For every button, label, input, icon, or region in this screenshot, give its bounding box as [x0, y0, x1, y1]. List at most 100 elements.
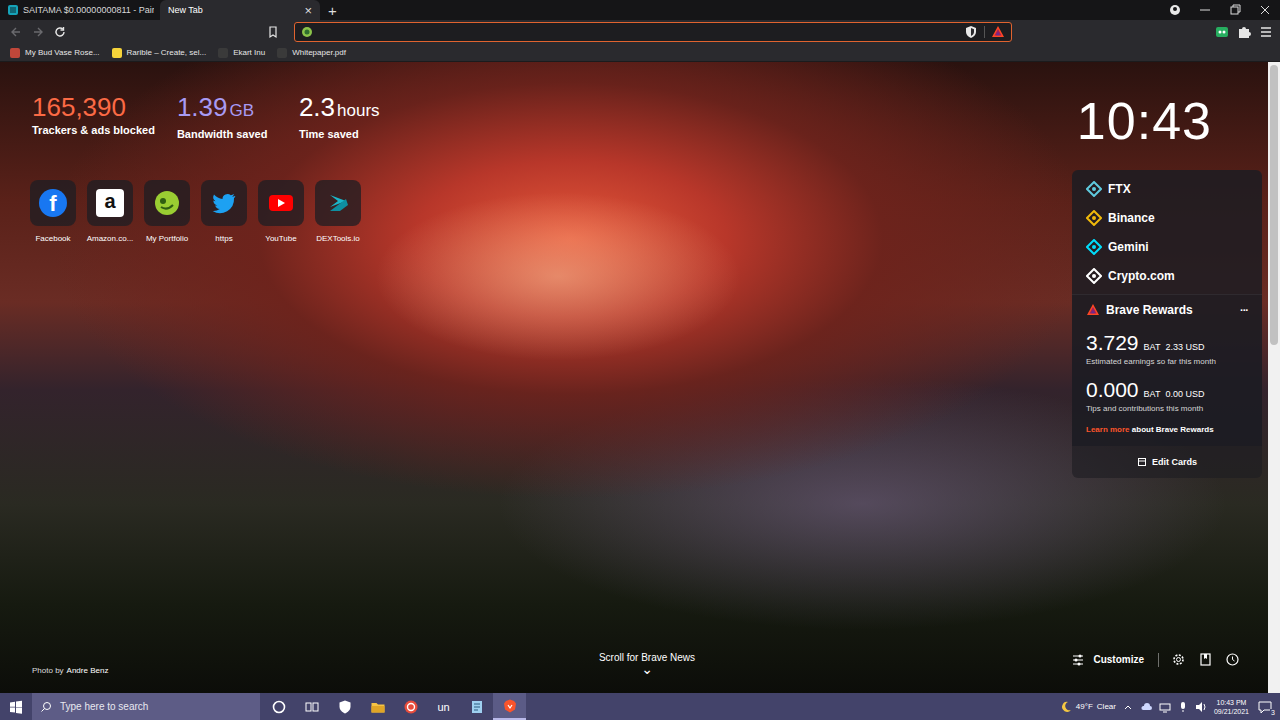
windows-logo-icon — [9, 700, 23, 714]
amount-caption: Estimated earnings so far this month — [1086, 357, 1248, 366]
bookmarks-icon[interactable] — [1198, 652, 1213, 667]
rewards-title: Brave Rewards — [1106, 303, 1193, 317]
page-tools: Customize — [1071, 652, 1262, 667]
address-bar[interactable] — [294, 22, 1012, 42]
top-site-label: YouTube — [265, 234, 296, 243]
bookmark-item[interactable]: Rarible – Create, sel... — [112, 48, 207, 58]
twitter-icon — [210, 189, 238, 217]
taskbar-app[interactable] — [295, 693, 328, 720]
brave-news-prompt[interactable]: Scroll for Brave News⌄ — [599, 652, 695, 675]
scrollbar[interactable] — [1268, 62, 1280, 693]
top-site-tile[interactable] — [315, 180, 361, 226]
tab-close-button[interactable]: × — [302, 4, 314, 17]
top-site-label: My Portfolio — [146, 234, 188, 243]
bookmark-item[interactable]: Ekart Inu — [218, 48, 265, 58]
taskbar-app[interactable] — [460, 693, 493, 720]
bookmark-item[interactable]: My Bud Vase Rose... — [10, 48, 100, 58]
exchange-item[interactable]: Binance — [1072, 203, 1262, 232]
microphone-icon[interactable] — [1178, 701, 1188, 713]
bat-currency: BAT — [1144, 342, 1161, 352]
reload-icon[interactable] — [52, 24, 68, 40]
usd-amount: 0.00 USD — [1165, 389, 1204, 399]
top-site-tile[interactable]: a — [87, 180, 133, 226]
tab-strip: SAITAMA $0.00000000811 - Pair Explo New T… — [0, 0, 1280, 20]
close-window-icon[interactable] — [1250, 0, 1280, 20]
facebook-icon: f — [39, 189, 67, 217]
taskbar-app[interactable] — [361, 693, 394, 720]
exchange-item[interactable]: Crypto.com — [1072, 261, 1262, 290]
stat-unit: hours — [337, 101, 380, 120]
stat-label: Bandwidth saved — [177, 128, 277, 140]
extension-icon[interactable] — [1214, 24, 1230, 40]
moon-icon — [1060, 701, 1072, 713]
bookmark-favicon-icon — [112, 48, 122, 58]
forward-icon[interactable] — [30, 24, 46, 40]
exchange-item[interactable]: FTX — [1072, 174, 1262, 203]
top-site-tile[interactable]: f — [30, 180, 76, 226]
top-site[interactable]: fFacebook — [28, 180, 78, 243]
weather-condition: Clear — [1097, 702, 1116, 711]
taskbar-app[interactable] — [394, 693, 427, 720]
stat-number: 2.3 — [299, 92, 335, 122]
bookmark-icon[interactable] — [266, 24, 280, 40]
new-tab-button[interactable]: + — [320, 0, 345, 20]
exchange-list: FTXBinanceGeminiCrypto.com — [1072, 170, 1262, 294]
top-site[interactable]: https — [199, 180, 249, 243]
learn-more-link[interactable]: Learn more — [1086, 425, 1130, 434]
youtube-icon — [267, 189, 295, 217]
top-site[interactable]: DEXTools.io — [313, 180, 363, 243]
rewards-amount: 0.000BAT0.00 USD — [1086, 378, 1248, 402]
left-column: 165,390Trackers & ads blocked1.39GBBandw… — [32, 92, 399, 243]
scrollbar-thumb[interactable] — [1270, 65, 1278, 345]
taskbar-app[interactable] — [262, 693, 295, 720]
temperature: 49°F — [1076, 702, 1093, 711]
taskbar-app[interactable] — [328, 693, 361, 720]
news-chevron: ⌄ — [641, 663, 653, 675]
start-button[interactable] — [0, 693, 32, 720]
brave-shields-icon[interactable] — [964, 25, 978, 39]
volume-icon[interactable] — [1195, 701, 1207, 713]
top-site[interactable]: aAmazon.co... — [85, 180, 135, 243]
taskbar-search[interactable]: Type here to search — [32, 693, 260, 720]
notification-center[interactable]: 3 — [1256, 698, 1274, 716]
dextools-favicon-icon — [8, 5, 18, 15]
browser-tab[interactable]: New Tab× — [160, 0, 320, 20]
taskbar-app[interactable] — [493, 693, 526, 720]
puzzle-icon[interactable] — [1236, 24, 1252, 40]
stat-unit: GB — [230, 101, 255, 120]
top-site-label: https — [215, 234, 232, 243]
record-icon — [403, 699, 419, 715]
top-site[interactable]: YouTube — [256, 180, 306, 243]
bat-amount: 3.729 — [1086, 331, 1139, 355]
taskbar-clock[interactable]: 10:43 PM09/21/2021 — [1214, 698, 1249, 716]
menu-icon[interactable] — [1258, 24, 1274, 40]
edit-cards-label: Edit Cards — [1152, 457, 1197, 467]
weather[interactable]: 49°F Clear — [1060, 701, 1116, 713]
restore-icon[interactable] — [1220, 0, 1250, 20]
taskbar-app[interactable]: un — [427, 693, 460, 720]
edit-cards-button[interactable]: Edit Cards — [1072, 446, 1262, 478]
top-site-label: DEXTools.io — [316, 234, 360, 243]
explorer-icon — [370, 699, 386, 715]
cards: FTXBinanceGeminiCrypto.com Brave Rewards ·… — [1072, 170, 1262, 478]
top-site-tile[interactable] — [144, 180, 190, 226]
top-site[interactable]: My Portfolio — [142, 180, 192, 243]
bookmark-item[interactable]: Whitepaper.pdf — [277, 48, 346, 58]
history-icon[interactable] — [1225, 652, 1240, 667]
rewards-menu-button[interactable]: ··· — [1240, 304, 1248, 316]
top-site-tile[interactable] — [258, 180, 304, 226]
top-site-tile[interactable] — [201, 180, 247, 226]
browser-tab[interactable]: SAITAMA $0.00000000811 - Pair Explo — [0, 0, 160, 20]
profile-icon[interactable] — [1160, 0, 1190, 20]
settings-gear-icon[interactable] — [1171, 652, 1186, 667]
exchange-item[interactable]: Gemini — [1072, 232, 1262, 261]
cloud-icon[interactable] — [1140, 701, 1152, 713]
tab-label: SAITAMA $0.00000000811 - Pair Explo — [23, 5, 154, 15]
brave-rewards-icon[interactable] — [991, 25, 1005, 39]
network-icon[interactable] — [1159, 701, 1171, 713]
tray-chevron-icon[interactable] — [1123, 701, 1133, 713]
customize-button[interactable]: Customize — [1071, 653, 1159, 667]
back-icon[interactable] — [8, 24, 24, 40]
minimize-icon[interactable] — [1190, 0, 1220, 20]
credit-author[interactable]: Andre Benz — [67, 666, 109, 675]
